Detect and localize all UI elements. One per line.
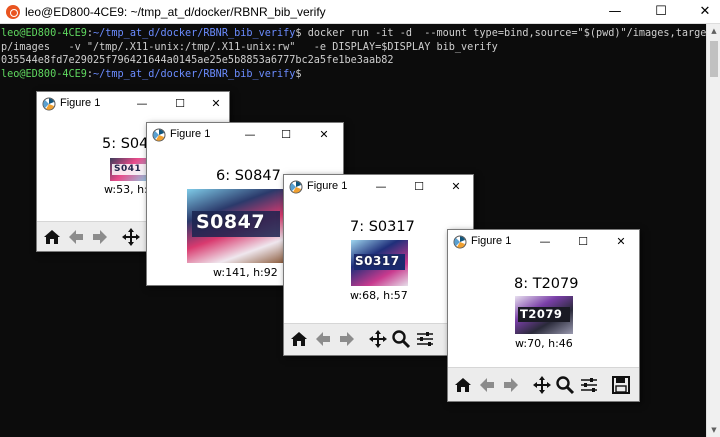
image-size-caption: w:141, h:92 — [213, 266, 278, 279]
pan-icon[interactable] — [532, 374, 552, 396]
matplotlib-icon — [453, 235, 467, 249]
vertical-scrollbar[interactable]: ▲ ▼ — [706, 24, 720, 437]
maximize-button[interactable]: ☐ — [400, 175, 438, 199]
matplotlib-icon — [152, 128, 166, 142]
image-size-caption: w:68, h:57 — [350, 289, 408, 302]
bib-crop-image: S0847 — [187, 189, 285, 263]
forward-arrow-icon[interactable] — [337, 328, 357, 350]
home-icon[interactable] — [289, 328, 309, 350]
back-arrow-icon[interactable] — [477, 374, 497, 396]
bib-crop-image: S0317 — [351, 240, 408, 286]
terminal-line: leo@ED800-4CE9:~/tmp_at_d/docker/RBNR_bi… — [1, 68, 706, 82]
figure-window-title: Figure 1 — [471, 235, 512, 247]
zoom-icon[interactable] — [555, 374, 575, 396]
minimize-button[interactable]: — — [592, 0, 638, 24]
pan-icon[interactable] — [121, 226, 141, 248]
configure-subplots-icon[interactable] — [415, 328, 435, 350]
pan-icon[interactable] — [368, 328, 388, 350]
figure-titlebar[interactable]: Figure 1 — ☐ ✕ — [37, 92, 229, 116]
back-arrow-icon[interactable] — [313, 328, 333, 350]
figure-window-title: Figure 1 — [60, 97, 101, 109]
prompt-path: ~/tmp_at_d/docker/RBNR_bib_verify — [93, 68, 296, 80]
figure-toolbar — [284, 323, 473, 355]
figure-window-7[interactable]: Figure 1 — ☐ ✕ 7: S0317 S0317 w:68, h:57 — [283, 174, 474, 356]
terminal-titlebar[interactable]: leo@ED800-4CE9: ~/tmp_at_d/docker/RBNR_b… — [0, 0, 720, 24]
figure-toolbar — [448, 367, 639, 401]
home-icon[interactable] — [42, 226, 62, 248]
scroll-up-arrow-icon[interactable]: ▲ — [707, 24, 720, 38]
terminal-title: leo@ED800-4CE9: ~/tmp_at_d/docker/RBNR_b… — [25, 5, 326, 19]
plot-title: 7: S0317 — [350, 219, 415, 235]
save-icon[interactable] — [611, 374, 631, 396]
forward-arrow-icon[interactable] — [501, 374, 521, 396]
figure-window-8[interactable]: Figure 1 — ☐ ✕ 8: T2079 T2079 w:70, h:46 — [447, 229, 640, 402]
figure-window-title: Figure 1 — [307, 180, 348, 192]
bib-number-text: S041 — [114, 164, 142, 174]
prompt-path: ~/tmp_at_d/docker/RBNR_bib_verify — [93, 28, 296, 39]
minimize-button[interactable]: — — [526, 230, 564, 254]
zoom-icon[interactable] — [391, 328, 411, 350]
plot-title: 5: S04 — [102, 136, 149, 152]
back-arrow-icon[interactable] — [66, 226, 86, 248]
plot-title: 6: S0847 — [216, 168, 281, 184]
maximize-button[interactable]: ☐ — [638, 0, 684, 24]
maximize-button[interactable]: ☐ — [564, 230, 602, 254]
terminal-line: 035544e8fd7e29025f796421644a0145ae25e5b8… — [1, 55, 394, 66]
command-text: $ — [295, 68, 308, 80]
figure-window-title: Figure 1 — [170, 128, 211, 140]
minimize-button[interactable]: — — [231, 123, 269, 147]
close-button[interactable]: ✕ — [602, 230, 639, 254]
ubuntu-icon — [6, 5, 20, 19]
plot-title: 8: T2079 — [514, 276, 579, 292]
minimize-button[interactable]: — — [123, 92, 161, 116]
prompt-user: leo@ED800-4CE9 — [1, 68, 87, 80]
figure-titlebar[interactable]: Figure 1 — ☐ ✕ — [284, 175, 473, 199]
terminal-line: leo@ED800-4CE9:~/tmp_at_d/docker/RBNR_bi… — [1, 27, 706, 41]
bib-number-text: S0847 — [196, 211, 266, 233]
bib-number-text: T2079 — [520, 307, 563, 321]
home-icon[interactable] — [453, 374, 473, 396]
matplotlib-icon — [42, 97, 56, 111]
bib-crop-image: T2079 — [515, 296, 573, 334]
maximize-button[interactable]: ☐ — [161, 92, 199, 116]
command-text: $ docker run -it -d --mount type=bind,so… — [295, 28, 706, 39]
close-button[interactable]: ✕ — [682, 0, 720, 24]
close-button[interactable]: ✕ — [305, 123, 343, 147]
image-size-caption: w:53, h: — [104, 183, 148, 196]
bib-crop-image: S041 — [110, 158, 150, 181]
bib-number-text: S0317 — [355, 254, 400, 268]
prompt-user: leo@ED800-4CE9 — [1, 28, 87, 39]
scrollbar-thumb[interactable] — [710, 41, 718, 77]
configure-subplots-icon[interactable] — [579, 374, 599, 396]
close-button[interactable]: ✕ — [197, 92, 229, 116]
matplotlib-icon — [289, 180, 303, 194]
figure-titlebar[interactable]: Figure 1 — ☐ ✕ — [448, 230, 639, 254]
terminal-line: p/images -v "/tmp/.X11-unix:/tmp/.X11-un… — [1, 41, 498, 53]
image-size-caption: w:70, h:46 — [515, 337, 573, 350]
close-button[interactable]: ✕ — [437, 175, 473, 199]
maximize-button[interactable]: ☐ — [267, 123, 305, 147]
scroll-down-arrow-icon[interactable]: ▼ — [707, 423, 720, 437]
minimize-button[interactable]: — — [362, 175, 400, 199]
forward-arrow-icon[interactable] — [90, 226, 110, 248]
figure-titlebar[interactable]: Figure 1 — ☐ ✕ — [147, 123, 343, 147]
